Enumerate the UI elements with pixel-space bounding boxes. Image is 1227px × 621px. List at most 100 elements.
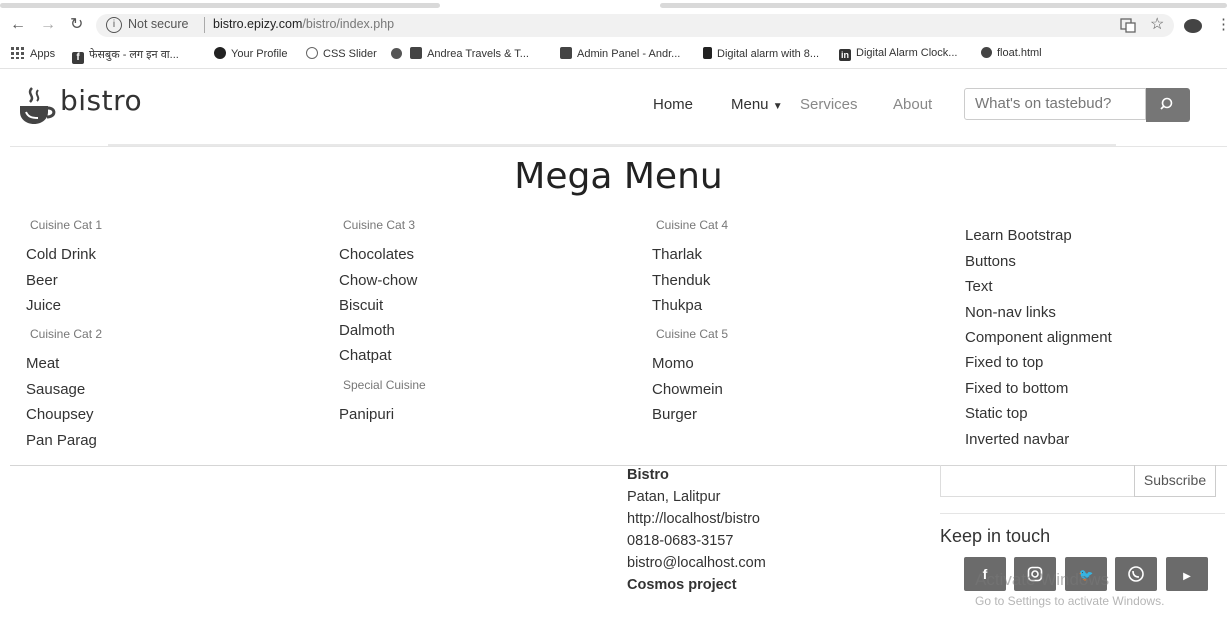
bookmark-admin-panel[interactable]: Admin Panel - Andr... xyxy=(560,47,680,60)
footer-address: Patan, Lalitpur xyxy=(627,489,721,505)
bookmark-icon xyxy=(703,47,712,59)
info-icon[interactable]: i xyxy=(106,17,122,33)
menu-item-chatpat[interactable]: Chatpat xyxy=(339,347,392,364)
menu-item-juice[interactable]: Juice xyxy=(26,297,61,314)
footer-brand: Bistro xyxy=(627,467,669,483)
bookmark-facebook[interactable]: f फेसबुक - लग इन वा... xyxy=(72,47,179,64)
brand-name: bistro xyxy=(60,84,143,117)
divider xyxy=(940,513,1225,514)
menu-item-buttons[interactable]: Buttons xyxy=(965,253,1016,270)
menu-item-beer[interactable]: Beer xyxy=(26,272,58,289)
menu-item-text[interactable]: Text xyxy=(965,278,993,295)
menu-item-fixed-to-top[interactable]: Fixed to top xyxy=(965,354,1043,371)
globe-icon xyxy=(981,47,992,58)
menu-item-thukpa[interactable]: Thukpa xyxy=(652,297,702,314)
footer-email[interactable]: bistro@localhost.com xyxy=(627,552,766,574)
bookmark-andrea-travels[interactable]: Andrea Travels & T... xyxy=(391,47,529,60)
menu-item-non-nav-links[interactable]: Non-nav links xyxy=(965,304,1056,321)
category-heading: Cuisine Cat 2 xyxy=(30,327,103,341)
menu-item-panipuri[interactable]: Panipuri xyxy=(339,406,394,423)
subscribe-email-input[interactable] xyxy=(940,465,1135,497)
menu-item-component-alignment[interactable]: Component alignment xyxy=(965,329,1112,346)
menu-item-fixed-to-bottom[interactable]: Fixed to bottom xyxy=(965,380,1068,397)
menu-item-choupsey[interactable]: Choupsey xyxy=(26,406,94,423)
reload-icon[interactable]: ↻ xyxy=(70,15,83,35)
keep-in-touch-heading: Keep in touch xyxy=(940,526,1051,546)
star-icon[interactable]: ☆ xyxy=(1150,14,1164,34)
activate-windows-title: Activate Windows xyxy=(975,570,1110,589)
nav-about[interactable]: About xyxy=(893,96,932,113)
search-input[interactable]: What's on tastebud? xyxy=(964,88,1146,120)
bookmark-digital-alarm-clock[interactable]: in Digital Alarm Clock... xyxy=(839,47,957,61)
category-heading: Cuisine Cat 1 xyxy=(30,218,103,232)
coffee-cup-icon xyxy=(20,87,56,124)
bookmark-css-slider[interactable]: CSS Slider xyxy=(306,47,377,60)
nav-menu[interactable]: Menu ▼ xyxy=(731,96,783,113)
menu-item-chow-chow[interactable]: Chow-chow xyxy=(339,272,417,289)
bookmark-float-html[interactable]: float.html xyxy=(981,47,1042,59)
globe-icon xyxy=(306,47,318,59)
nav-home[interactable]: Home xyxy=(653,96,693,113)
whatsapp-button[interactable] xyxy=(1115,557,1157,591)
menu-item-learn-bootstrap[interactable]: Learn Bootstrap xyxy=(965,227,1072,244)
bookmark-digital-alarm[interactable]: Digital alarm with 8... xyxy=(703,47,819,60)
address-bar[interactable]: i Not secure bistro.epizy.com/bistro/ind… xyxy=(96,14,1174,37)
browser-toolbar: ← → ↻ i Not secure bistro.epizy.com/bist… xyxy=(0,11,1227,41)
menu-item-inverted-navbar[interactable]: Inverted navbar xyxy=(965,431,1069,448)
mega-menu-dropdown: Mega Menu Cuisine Cat 1 Cold Drink Beer … xyxy=(10,146,1227,466)
subscribe-button[interactable]: Subscribe xyxy=(1134,465,1216,497)
menu-item-biscuit[interactable]: Biscuit xyxy=(339,297,383,314)
linkedin-icon: in xyxy=(839,49,851,61)
menu-item-pan-parag[interactable]: Pan Parag xyxy=(26,432,97,449)
site-icon xyxy=(560,47,572,59)
menu-item-sausage[interactable]: Sausage xyxy=(26,381,85,398)
tab[interactable] xyxy=(0,3,440,8)
search-button[interactable] xyxy=(1146,88,1190,122)
tab[interactable] xyxy=(660,3,1227,8)
search-icon xyxy=(1160,97,1173,110)
category-heading: Cuisine Cat 5 xyxy=(656,327,729,341)
menu-item-burger[interactable]: Burger xyxy=(652,406,697,423)
footer-website[interactable]: http://localhost/bistro xyxy=(627,508,766,530)
bookmark-your-profile[interactable]: Your Profile xyxy=(214,47,287,60)
youtube-icon: ▶ xyxy=(1183,571,1191,582)
bookmarks-bar: Apps f फेसबुक - लग इन वा... Your Profile … xyxy=(0,41,1227,69)
menu-item-cold-drink[interactable]: Cold Drink xyxy=(26,246,96,263)
footer-phone: 0818-0683-3157 xyxy=(627,533,734,549)
menu-item-meat[interactable]: Meat xyxy=(26,355,59,372)
divider xyxy=(204,17,205,33)
url-text[interactable]: bistro.epizy.com/bistro/index.php xyxy=(213,17,394,31)
menu-item-chowmein[interactable]: Chowmein xyxy=(652,381,723,398)
back-icon[interactable]: ← xyxy=(10,15,26,35)
forward-icon[interactable]: → xyxy=(40,15,56,35)
activate-windows-subtitle: Go to Settings to activate Windows. xyxy=(975,594,1165,608)
menu-item-tharlak[interactable]: Tharlak xyxy=(652,246,702,263)
github-icon xyxy=(214,47,226,59)
category-heading: Cuisine Cat 3 xyxy=(343,218,416,232)
category-heading: Cuisine Cat 4 xyxy=(656,218,729,232)
site-icon xyxy=(410,47,423,59)
brand-logo[interactable]: bistro xyxy=(18,84,142,131)
menu-item-static-top[interactable]: Static top xyxy=(965,405,1028,422)
category-heading: Special Cuisine xyxy=(343,378,426,392)
security-label: Not secure xyxy=(128,17,189,31)
more-icon[interactable]: ⋮ xyxy=(1216,15,1227,33)
menu-item-dalmoth[interactable]: Dalmoth xyxy=(339,322,395,339)
bookmark-apps[interactable]: Apps xyxy=(11,47,55,60)
menu-item-momo[interactable]: Momo xyxy=(652,355,694,372)
footer-project: Cosmos project xyxy=(627,577,737,593)
website: bistro Home Menu ▼ Services About What's… xyxy=(10,69,1227,621)
apps-icon xyxy=(11,47,24,59)
mega-menu-title: Mega Menu xyxy=(514,156,723,197)
menu-item-thenduk[interactable]: Thenduk xyxy=(652,272,710,289)
contact-info: Bistro Patan, Lalitpur http://localhost/… xyxy=(627,464,766,596)
extension-icon[interactable] xyxy=(1182,16,1204,34)
facebook-icon: f xyxy=(72,52,84,64)
translate-icon[interactable] xyxy=(1120,17,1136,33)
whatsapp-icon xyxy=(1128,566,1144,582)
caret-down-icon: ▼ xyxy=(772,101,783,112)
youtube-button[interactable]: ▶ xyxy=(1166,557,1208,591)
nav-services[interactable]: Services xyxy=(800,96,858,113)
menu-item-chocolates[interactable]: Chocolates xyxy=(339,246,414,263)
tab-strip xyxy=(0,0,1227,11)
